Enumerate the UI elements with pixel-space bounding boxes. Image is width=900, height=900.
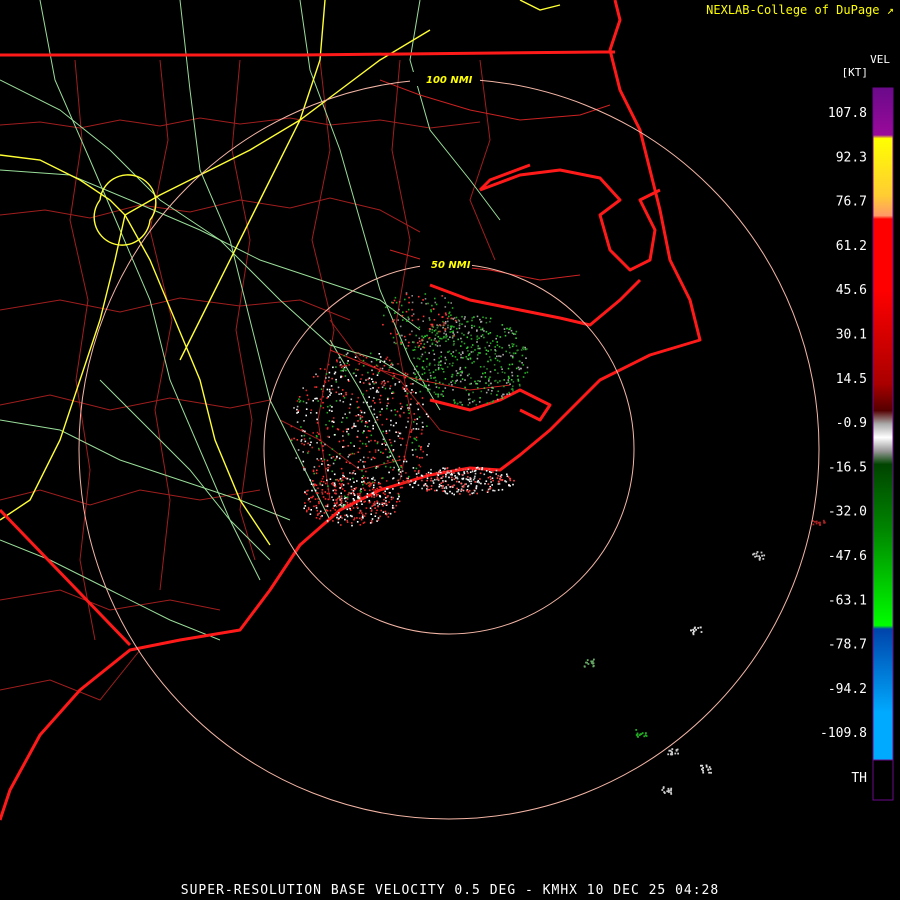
legend-tick: -32.0 — [828, 505, 867, 520]
ring-label-100: 100 NMI — [426, 75, 473, 86]
radar-echoes — [290, 292, 826, 795]
legend-tick: 14.5 — [836, 372, 867, 387]
credit-text: NEXLAB-College of DuPage — [706, 3, 880, 17]
legend-title-text: VEL — [870, 53, 890, 66]
legend-tick: 45.6 — [836, 283, 867, 298]
legend-tick: -0.9 — [836, 416, 867, 431]
range-ring-100nmi — [78, 78, 820, 820]
legend-th-label: TH — [851, 771, 867, 786]
legend-colorbar — [873, 88, 893, 760]
legend-tick: -47.6 — [828, 549, 867, 564]
legend-unit-text: [KT] — [841, 66, 869, 79]
legend-tick: 30.1 — [836, 328, 867, 343]
legend-title: VEL [KT] — [842, 53, 891, 79]
credit-link-icon[interactable]: ↗ — [887, 3, 894, 17]
legend-tick: -16.5 — [828, 460, 867, 475]
ring-label-50: 50 NMI — [431, 260, 471, 271]
range-rings — [78, 78, 820, 820]
legend-tick: -109.8 — [820, 726, 867, 741]
credit-label: NEXLAB-College of DuPage ↗ — [706, 3, 894, 17]
legend-tick: -78.7 — [828, 638, 867, 653]
legend-tick: -94.2 — [828, 682, 867, 697]
legend-tick: -63.1 — [828, 593, 867, 608]
velocity-legend: 107.8 92.3 76.7 61.2 45.6 30.1 14.5 -0.9 -16.5 -3… — [820, 87, 894, 801]
sound-shorelines — [329, 79, 611, 391]
legend-tick: 107.8 — [828, 106, 867, 121]
legend-tick: 92.3 — [836, 150, 867, 165]
product-footer: SUPER-RESOLUTION BASE VELOCITY 0.5 DEG -… — [180, 883, 720, 898]
radar-map: 100 NMI 50 NMI 107.892.376.761.245.630.1… — [0, 0, 894, 821]
legend-th-box — [872, 759, 894, 801]
legend-tick: 61.2 — [836, 239, 867, 254]
legend-tick: 76.7 — [836, 195, 867, 210]
